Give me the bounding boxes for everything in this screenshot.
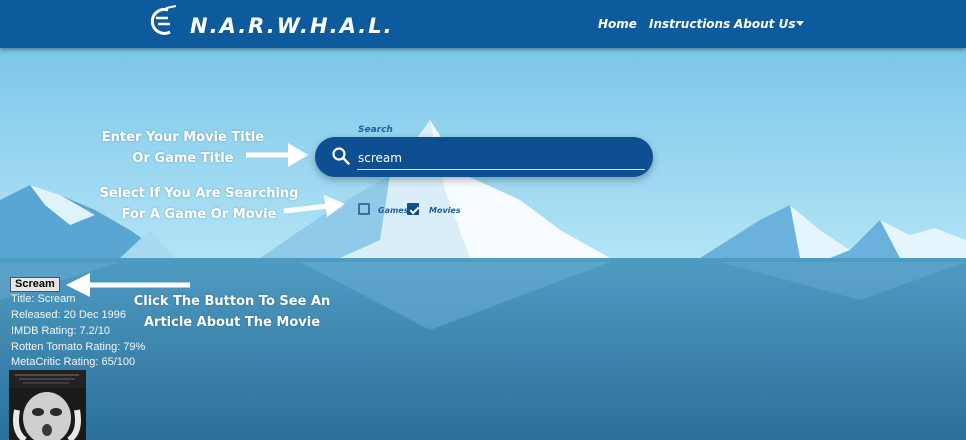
filter-hint: Select If You Are Searching For A Game O… — [98, 183, 300, 225]
filter-hint-line-1: Select If You Are Searching — [99, 186, 299, 201]
result-title: Title: Scream — [11, 293, 76, 305]
search-icon[interactable] — [331, 146, 351, 166]
brand-title[interactable]: N.A.R.W.H.A.L. — [190, 14, 394, 38]
result-scream-button[interactable]: Scream — [10, 277, 60, 292]
button-hint-line-1: Click The Button To See An — [133, 294, 331, 309]
movies-checkbox[interactable] — [407, 203, 419, 215]
nav-instructions[interactable]: Instructions — [649, 17, 730, 31]
button-hint: Click The Button To See An Article About… — [128, 291, 336, 333]
movie-poster — [9, 370, 86, 440]
title-hint: Enter Your Movie Title Or Game Title — [100, 127, 266, 169]
result-rotten-tomato-rating: Rotten Tomato Rating: 79% — [11, 341, 146, 353]
games-label: Games — [378, 206, 409, 215]
filter-hint-line-2: For A Game Or Movie — [121, 207, 277, 222]
nav-about-us[interactable]: About Us — [734, 17, 795, 31]
result-released: Released: 20 Dec 1996 — [11, 309, 126, 321]
search-bar[interactable] — [315, 137, 653, 177]
title-hint-line-1: Enter Your Movie Title — [101, 130, 265, 145]
button-hint-line-2: Article About The Movie — [143, 315, 321, 330]
result-metacritic-rating: MetaCritic Rating: 65/100 — [11, 356, 136, 368]
title-hint-line-2: Or Game Title — [132, 151, 234, 166]
movies-label: Movies — [429, 206, 461, 215]
result-imdb-rating: IMDB Rating: 7.2/10 — [11, 325, 111, 337]
top-navbar: N.A.R.W.H.A.L. Home Instructions About U… — [0, 0, 966, 48]
games-checkbox[interactable] — [358, 203, 370, 215]
dropdown-caret-icon[interactable] — [796, 21, 804, 26]
nav-home[interactable]: Home — [598, 17, 637, 31]
narwhal-logo-icon[interactable] — [146, 4, 182, 40]
search-label: Search — [358, 125, 393, 135]
search-input[interactable] — [357, 146, 645, 170]
